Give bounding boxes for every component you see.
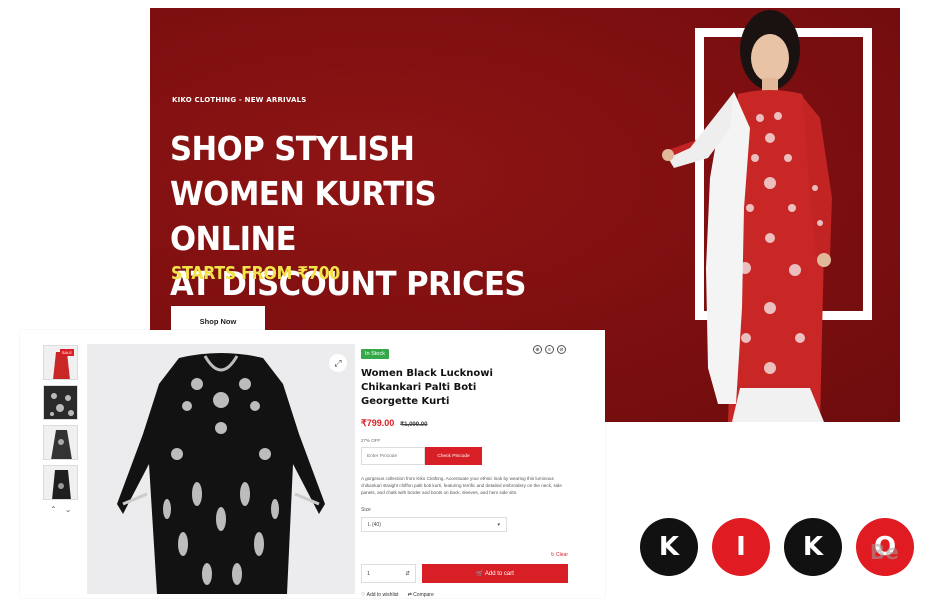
thumbnail-4[interactable] [43, 465, 78, 500]
discount-label: 27% OFF [361, 438, 381, 443]
stock-badge: In Stock [361, 349, 389, 359]
current-price: ₹799.00 [361, 418, 395, 428]
thumbnail-4-image [52, 470, 71, 499]
product-info: In Stock ⊕ ≡ ⊘ Women Black Lucknowi Chik… [361, 342, 601, 598]
thumbnail-3[interactable] [43, 425, 78, 460]
cart-row: 1 ⇵ 🛒 Add to cart [361, 564, 568, 583]
quantity-stepper[interactable]: 1 ⇵ [361, 564, 416, 583]
wishlist-label: Add to wishlist [366, 592, 399, 598]
hero-eyebrow: KIKO CLOTHING - NEW ARRIVALS [172, 96, 307, 104]
thumbnail-list: SALE ⌃ ⌄ [43, 345, 83, 514]
thumbnail-3-image [51, 430, 72, 459]
logo-letter-k: K [640, 518, 698, 576]
thumbnail-2-image [44, 386, 77, 419]
pincode-input[interactable] [361, 447, 425, 465]
expand-icon[interactable]: ⤢ [329, 354, 347, 372]
compare-link[interactable]: ⇄ Compare [408, 592, 434, 598]
model-image [662, 10, 832, 422]
logo-letter-i: I [712, 518, 770, 576]
kurti-image [117, 353, 325, 594]
add-to-cart-button[interactable]: 🛒 Add to cart [422, 564, 568, 583]
thumbnail-nav: ⌃ ⌄ [50, 505, 83, 514]
refresh-icon: ↻ [550, 552, 555, 558]
size-label: Size [361, 507, 371, 513]
product-card: SALE ⌃ ⌄ ⤢ In Stock ⊕ ≡ ⊘ Women Black Lu… [20, 330, 605, 598]
thumbnail-2[interactable] [43, 385, 78, 420]
clear-label: Clear [556, 552, 568, 558]
sale-tag: SALE [59, 349, 74, 356]
secondary-actions: ♡ Add to wishlist ⇄ Compare [361, 592, 434, 598]
size-select[interactable]: L (40) ▾ [361, 517, 507, 532]
hero-title-line-2: WOMEN KURTIS ONLINE [170, 174, 437, 258]
check-pincode-button[interactable]: Check Pincode [425, 447, 482, 465]
product-main-image[interactable]: ⤢ [87, 344, 355, 594]
add-to-cart-label: Add to cart [484, 571, 514, 577]
share-icon[interactable]: ⊘ [557, 345, 566, 354]
wishlist-link[interactable]: ♡ Add to wishlist [361, 592, 399, 598]
quantity-value: 1 [367, 570, 371, 577]
size-value: L (40) [368, 521, 381, 528]
product-title: Women Black Lucknowi Chikankari Palti Bo… [361, 368, 493, 407]
clear-link[interactable]: ↻ Clear [550, 552, 568, 558]
original-price: ₹1,099.00 [400, 422, 428, 428]
cart-icon: 🛒 [476, 571, 484, 577]
chevron-down-icon: ▾ [497, 521, 500, 528]
compare-label: Compare [413, 592, 434, 598]
zoom-icon[interactable]: ⊕ [533, 345, 542, 354]
thumbnail-1[interactable]: SALE [43, 345, 78, 380]
hero-subtitle: STARTS FROM ₹700 [171, 264, 341, 284]
grid-icon[interactable]: ≡ [545, 345, 554, 354]
pincode-row: Check Pincode [361, 447, 601, 465]
price-row: ₹799.00 ₹1,099.00 [361, 418, 601, 429]
compare-icon: ⇄ [407, 592, 412, 598]
chevron-down-icon[interactable]: ⌄ [65, 505, 72, 514]
product-actions: ⊕ ≡ ⊘ [533, 345, 566, 354]
behance-watermark: Be [870, 540, 899, 564]
hero-title-line-1: SHOP STYLISH [170, 129, 415, 168]
stepper-arrows-icon[interactable]: ⇵ [405, 571, 410, 577]
heart-icon: ♡ [361, 592, 366, 598]
logo-letter-k-2: K [784, 518, 842, 576]
chevron-up-icon[interactable]: ⌃ [50, 505, 57, 514]
product-description: A gorgeous collection from Kiko Clothing… [361, 476, 562, 495]
